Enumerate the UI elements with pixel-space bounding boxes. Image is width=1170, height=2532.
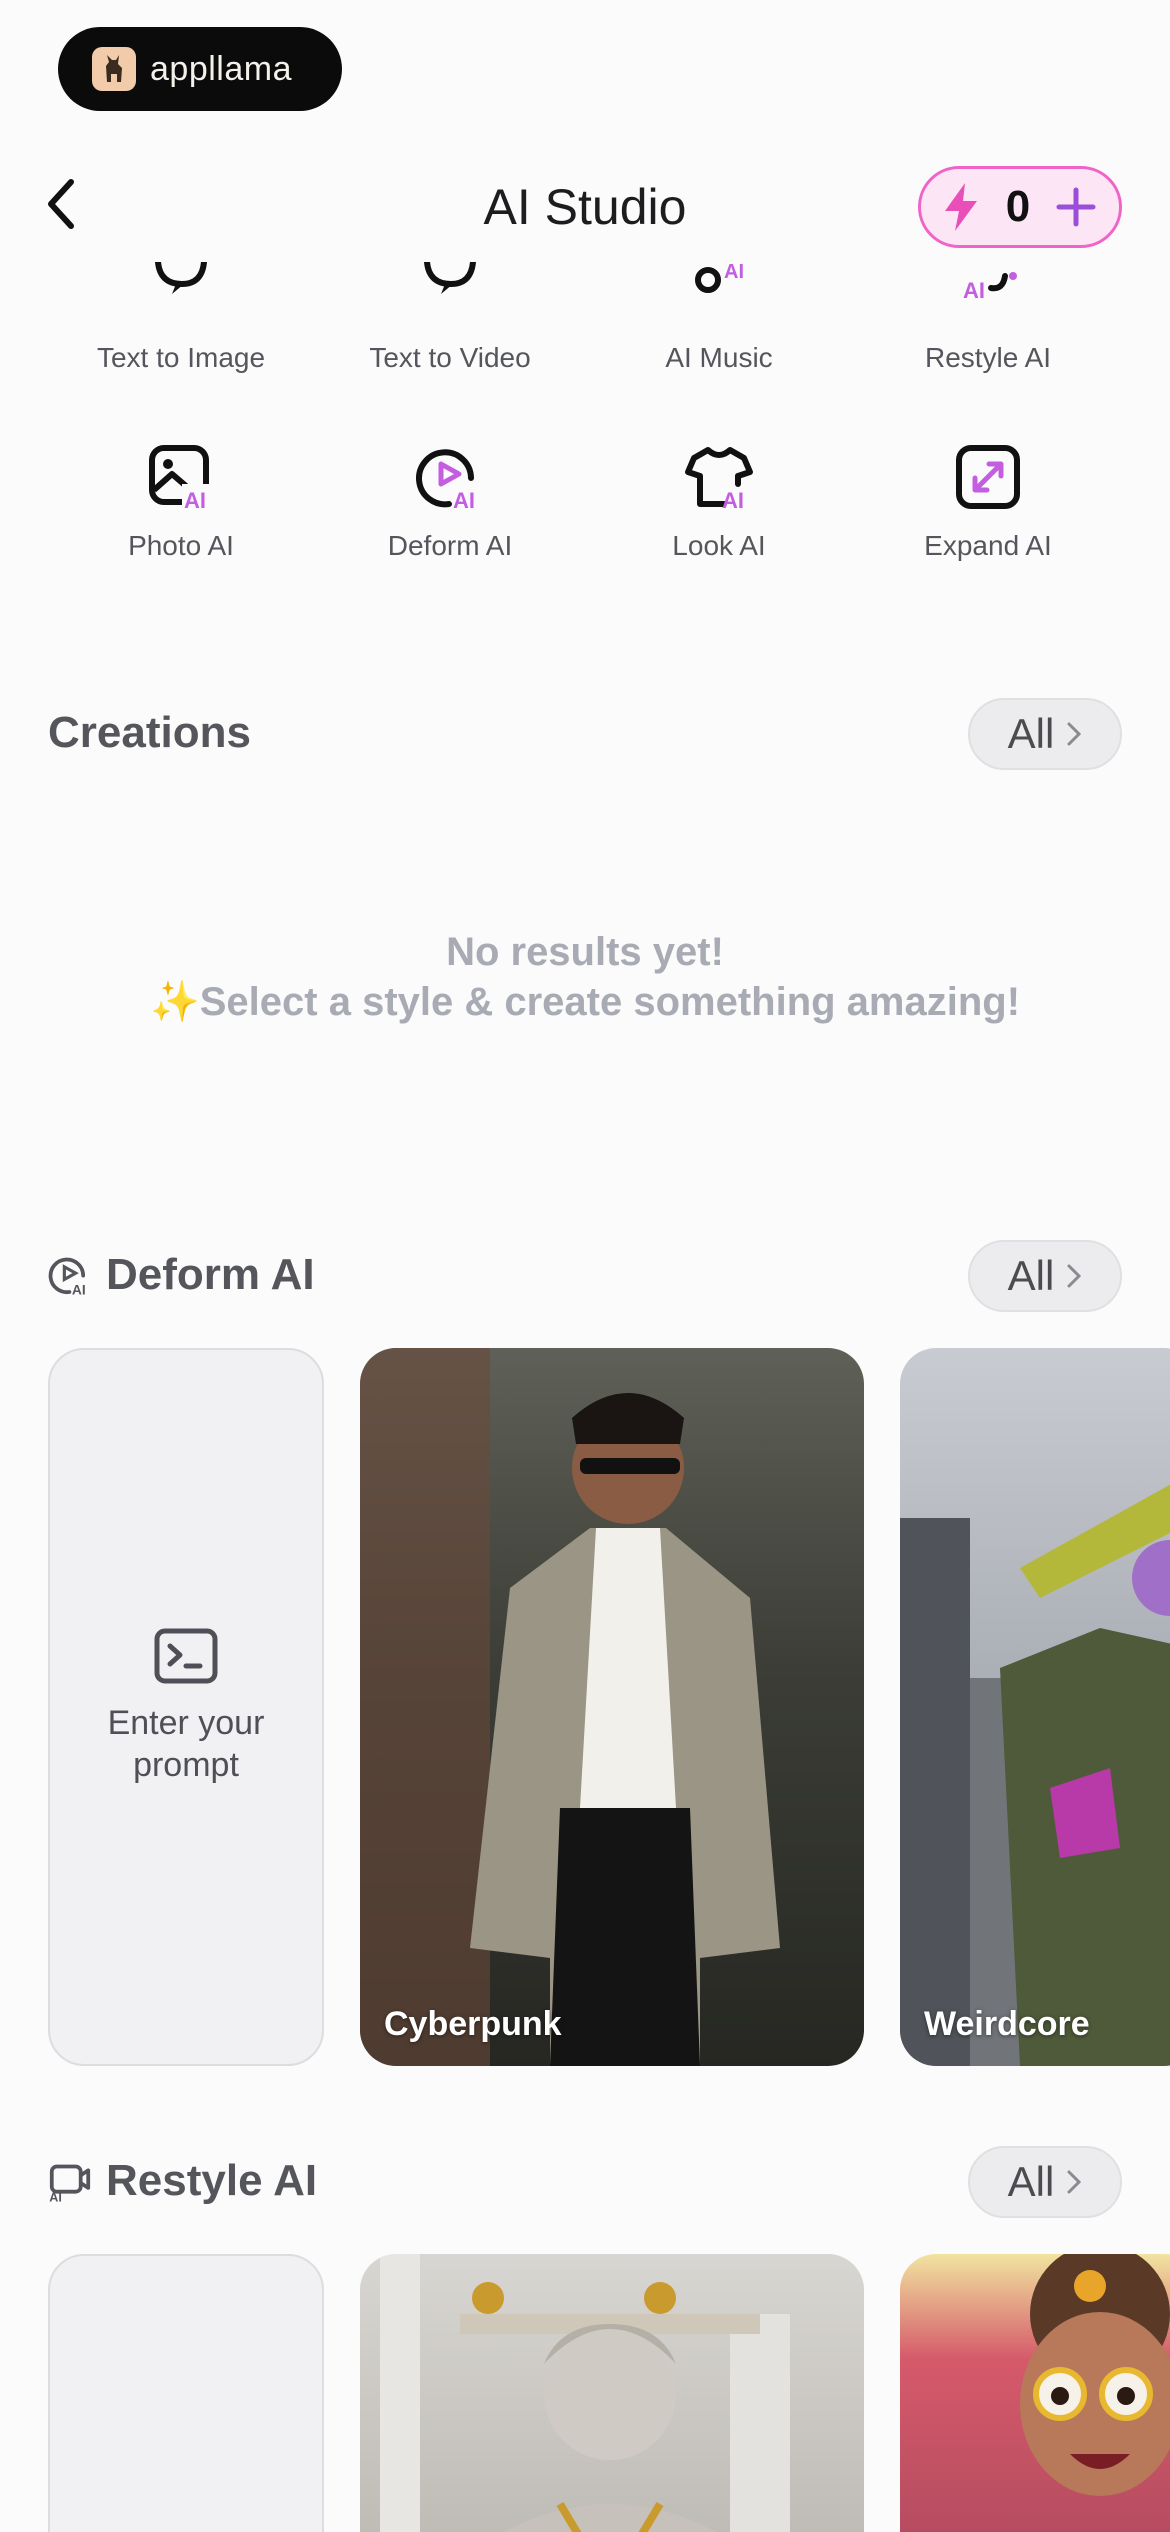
prompt-label: Enter your prompt	[107, 1704, 265, 1784]
photo-ai-icon: AI	[149, 445, 216, 512]
statue-preview-image	[380, 2254, 790, 2532]
chat-bubble-icon	[155, 262, 207, 294]
card-label: Weirdcore	[924, 2005, 1090, 2043]
tool-look-ai[interactable]: AI Look AI	[584, 442, 854, 562]
shirt-ai-icon: AI	[685, 447, 753, 512]
tool-label: Restyle AI	[924, 342, 1052, 373]
empty-state-subtitle: ✨Select a style & create something amazi…	[149, 980, 1021, 1024]
restyle-card-statue[interactable]	[360, 2254, 864, 2532]
tool-label: Look AI	[672, 530, 766, 561]
svg-text:AI: AI	[722, 488, 744, 512]
weirdcore-preview-image	[900, 1484, 1170, 2066]
terminal-icon	[154, 1628, 218, 1684]
tool-photo-ai[interactable]: AI Photo AI	[46, 442, 316, 562]
tool-label: Text to Video	[369, 342, 531, 373]
style-card-weirdcore[interactable]: Weirdcore	[900, 1348, 1170, 2066]
restyle-title-text: Restyle AI	[106, 2156, 318, 2205]
restyle-all-button[interactable]: All	[968, 2146, 1122, 2218]
header: AI Studio 0	[0, 160, 1170, 250]
lightning-icon	[945, 183, 977, 231]
tool-deform-ai[interactable]: AI Deform AI	[315, 442, 585, 562]
tool-label: Text to Image	[96, 342, 266, 373]
restyle-icon: AI	[963, 272, 1017, 302]
chevron-right-icon	[1067, 2170, 1082, 2194]
cyberpunk-preview-image	[360, 1348, 780, 2066]
music-note-icon: AI	[695, 262, 744, 293]
chevron-right-icon	[1067, 722, 1082, 746]
tool-text-to-video[interactable]: Text to Video	[315, 262, 585, 374]
chat-bubble-icon	[424, 262, 476, 294]
credits-pill[interactable]: 0	[918, 166, 1122, 248]
tool-label: Deform AI	[387, 530, 513, 561]
svg-text:AI: AI	[963, 278, 985, 302]
card-label: Cyberpunk	[384, 2005, 562, 2043]
brand-name: appllama	[150, 49, 292, 88]
svg-text:AI: AI	[49, 2191, 62, 2203]
llama-logo-icon	[92, 47, 136, 91]
creations-title: Creations	[48, 708, 251, 757]
expand-icon	[956, 445, 1020, 509]
svg-text:AI: AI	[453, 488, 475, 512]
deform-ai-icon: AI	[48, 1257, 86, 1297]
credits-count: 0	[1005, 182, 1031, 231]
all-label: All	[1007, 1252, 1055, 1299]
tool-ai-music[interactable]: AI AI Music	[584, 262, 854, 374]
tool-label: AI Music	[665, 342, 773, 373]
deform-all-button[interactable]: All	[968, 1240, 1122, 1312]
cartoon-preview-image	[1020, 2254, 1170, 2496]
tool-restyle-ai[interactable]: AI Restyle AI	[853, 262, 1123, 374]
deform-section-title: AI Deform AI	[48, 1250, 315, 1300]
tool-expand-ai[interactable]: Expand AI	[853, 442, 1123, 562]
all-label: All	[1007, 710, 1055, 757]
tool-label: Expand AI	[924, 530, 1052, 561]
svg-text:AI: AI	[72, 1281, 86, 1297]
enter-prompt-card[interactable]: Enter your prompt	[48, 1348, 324, 2066]
deform-ai-icon: AI	[416, 449, 475, 512]
svg-text:AI: AI	[724, 262, 744, 283]
brand-pill[interactable]: appllama	[58, 27, 342, 111]
plus-icon[interactable]	[1055, 186, 1097, 228]
restyle-section-title: AI Restyle AI	[48, 2156, 317, 2206]
restyle-card-cartoon[interactable]	[900, 2254, 1170, 2532]
deform-title-text: Deform AI	[106, 1250, 315, 1299]
restyle-icon: AI	[49, 2164, 91, 2203]
all-label: All	[1007, 2158, 1055, 2205]
creations-all-button[interactable]: All	[968, 698, 1122, 770]
empty-state-title: No results yet!	[446, 930, 724, 974]
tool-label: Photo AI	[128, 530, 234, 561]
restyle-prompt-card[interactable]	[48, 2254, 324, 2532]
chevron-right-icon	[1067, 1264, 1082, 1288]
svg-text:AI: AI	[184, 488, 206, 512]
style-card-cyberpunk[interactable]: Cyberpunk	[360, 1348, 864, 2066]
tool-text-to-image[interactable]: Text to Image	[46, 262, 316, 374]
